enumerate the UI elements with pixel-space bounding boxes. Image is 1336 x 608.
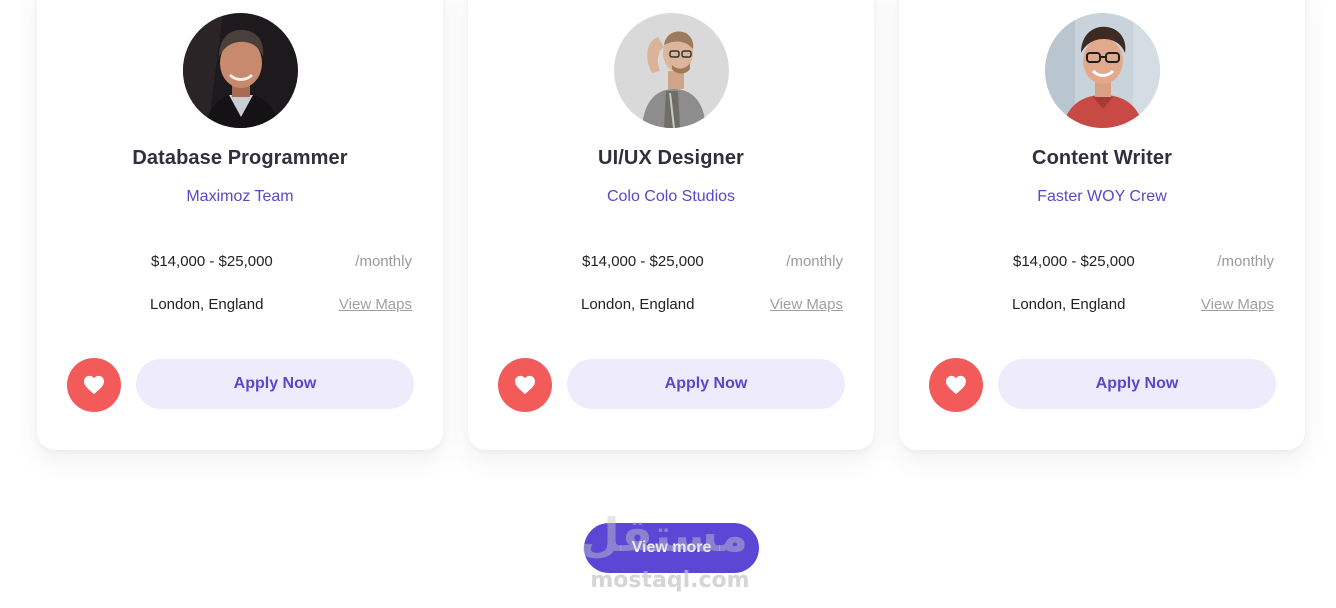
- person-avatar-photo: [1045, 13, 1160, 128]
- job-card: Database Programmer Maximoz Team $14,000…: [37, 0, 443, 450]
- job-title: UI/UX Designer: [598, 147, 744, 169]
- avatar: [183, 13, 298, 128]
- view-maps-link[interactable]: View Maps: [339, 296, 412, 313]
- job-location: London, England: [1012, 296, 1126, 313]
- job-title: Content Writer: [1032, 147, 1172, 169]
- apply-now-button[interactable]: Apply Now: [136, 359, 414, 409]
- avatar: [614, 13, 729, 128]
- favorite-button[interactable]: [67, 358, 121, 412]
- job-card: UI/UX Designer Colo Colo Studios $14,000…: [468, 0, 874, 450]
- job-card: Content Writer Faster WOY Crew $14,000 -…: [899, 0, 1305, 450]
- heart-icon: [515, 375, 535, 395]
- salary-period: /monthly: [355, 253, 412, 270]
- view-maps-link[interactable]: View Maps: [770, 296, 843, 313]
- company-name: Faster WOY Crew: [1037, 188, 1167, 205]
- salary-range: $14,000 - $25,000: [151, 253, 273, 270]
- avatar: [1045, 13, 1160, 128]
- job-location: London, England: [581, 296, 695, 313]
- company-name: Colo Colo Studios: [606, 188, 736, 205]
- heart-icon: [84, 375, 104, 395]
- view-maps-link[interactable]: View Maps: [1201, 296, 1274, 313]
- favorite-button[interactable]: [929, 358, 983, 412]
- salary-period: /monthly: [1217, 253, 1274, 270]
- salary-range: $14,000 - $25,000: [582, 253, 704, 270]
- salary-period: /monthly: [786, 253, 843, 270]
- apply-now-button[interactable]: Apply Now: [567, 359, 845, 409]
- salary-range: $14,000 - $25,000: [1013, 253, 1135, 270]
- view-more-button[interactable]: View more: [584, 523, 759, 573]
- person-avatar-photo: [614, 13, 729, 128]
- favorite-button[interactable]: [498, 358, 552, 412]
- apply-now-button[interactable]: Apply Now: [998, 359, 1276, 409]
- person-avatar-photo: [183, 13, 298, 128]
- job-title: Database Programmer: [132, 147, 348, 169]
- heart-icon: [946, 375, 966, 395]
- job-location: London, England: [150, 296, 264, 313]
- company-name: Maximoz Team: [186, 188, 294, 205]
